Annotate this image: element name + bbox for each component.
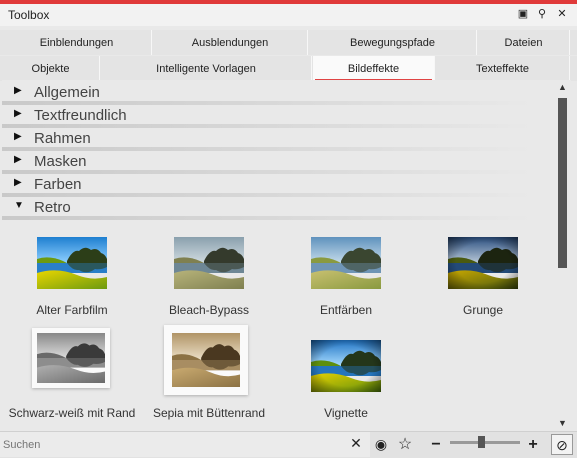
tab-bildeffekte[interactable]: Bildeffekte <box>313 56 435 81</box>
section-divider <box>2 216 532 220</box>
close-icon[interactable]: ✕ <box>555 6 569 22</box>
effect-label: Vignette <box>324 406 368 420</box>
tab-row-1: Einblendungen Ausblendungen Bewegungspfa… <box>0 30 577 55</box>
vertical-scrollbar[interactable]: ▲ ▼ <box>555 80 571 430</box>
tab-ausblendungen[interactable]: Ausblendungen <box>153 30 308 55</box>
tab-intelligente-vorlagen[interactable]: Intelligente Vorlagen <box>101 56 312 81</box>
section-allgemein[interactable]: ▶ Allgemein <box>2 82 555 105</box>
effect-preview-image <box>174 237 244 289</box>
tab-objekte[interactable]: Objekte <box>2 56 100 81</box>
window-title: Toolbox <box>8 8 50 22</box>
bottom-toolbar: ✕ ◉ ☆ − + ⊘ <box>0 431 577 458</box>
section-farben[interactable]: ▶ Farben <box>2 174 555 197</box>
section-retro[interactable]: ▼ Retro <box>2 197 555 220</box>
section-masken[interactable]: ▶ Masken <box>2 151 555 174</box>
section-rahmen[interactable]: ▶ Rahmen <box>2 128 555 151</box>
section-label: Masken <box>34 153 87 170</box>
effect-label: Bleach-Bypass <box>168 303 250 317</box>
zoom-in-icon[interactable]: + <box>522 434 544 455</box>
scroll-up-icon[interactable]: ▲ <box>558 82 567 92</box>
expand-arrow-icon: ▶ <box>14 154 22 165</box>
eye-icon[interactable]: ◉ <box>370 434 392 455</box>
effect-preview-image <box>164 325 248 395</box>
section-textfreundlich[interactable]: ▶ Textfreundlich <box>2 105 555 128</box>
collapse-arrow-icon: ▼ <box>14 200 24 211</box>
zoom-slider[interactable] <box>450 436 520 448</box>
expand-arrow-icon: ▶ <box>14 131 22 142</box>
expand-arrow-icon: ▶ <box>14 177 22 188</box>
effect-item-grunge[interactable]: Grunge <box>413 225 553 325</box>
effect-label: Alter Farbfilm <box>36 303 108 317</box>
effect-preview-image <box>311 340 381 392</box>
effect-item-vignette[interactable]: Vignette <box>276 328 416 428</box>
restore-icon[interactable]: ▣ <box>516 6 530 22</box>
section-label: Retro <box>34 199 71 216</box>
effect-label: Schwarz-weiß mit Rand <box>8 406 136 420</box>
effect-preview-image <box>37 237 107 289</box>
effect-item-entfärben[interactable]: Entfärben <box>276 225 416 325</box>
effect-item-schwarz-weiß-mit-rand[interactable]: Schwarz-weiß mit Rand <box>2 328 142 428</box>
effect-item-bleach-bypass[interactable]: Bleach-Bypass <box>139 225 279 325</box>
search-box: ✕ <box>0 432 370 457</box>
zoom-fit-icon[interactable]: ⊘ <box>551 434 573 455</box>
zoom-out-icon[interactable]: − <box>425 434 447 455</box>
tab-row-2: Objekte Intelligente Vorlagen Bildeffekt… <box>0 56 577 81</box>
effect-preview-image <box>448 237 518 289</box>
expand-arrow-icon: ▶ <box>14 85 22 96</box>
effect-label: Grunge <box>462 303 504 317</box>
tab-texteffekte[interactable]: Texteffekte <box>436 56 570 81</box>
section-label: Farben <box>34 176 82 193</box>
effect-item-alter-farbfilm[interactable]: Alter Farbfilm <box>2 225 142 325</box>
tab-dateien[interactable]: Dateien <box>478 30 570 55</box>
expand-arrow-icon: ▶ <box>14 108 22 119</box>
star-icon[interactable]: ☆ <box>394 434 416 455</box>
clear-search-icon[interactable]: ✕ <box>345 433 367 454</box>
toolbox-window: Toolbox ▣ ⚲ ✕ Einblendungen Ausblendunge… <box>0 0 577 458</box>
search-input[interactable] <box>3 436 343 454</box>
section-label: Allgemein <box>34 84 100 101</box>
pin-icon[interactable]: ⚲ <box>535 6 549 22</box>
scroll-down-icon[interactable]: ▼ <box>558 418 567 428</box>
effect-item-sepia-mit-büttenrand[interactable]: Sepia mit Büttenrand <box>139 325 279 428</box>
effect-preview-image <box>311 237 381 289</box>
zoom-slider-handle[interactable] <box>478 436 485 448</box>
tab-bewegungspfade[interactable]: Bewegungspfade <box>309 30 477 55</box>
effect-label: Entfärben <box>319 303 373 317</box>
effect-label: Sepia mit Büttenrand <box>152 406 266 420</box>
effects-panel: ▶ Allgemein ▶ Textfreundlich ▶ Rahmen ▶ … <box>2 80 555 430</box>
section-label: Rahmen <box>34 130 91 147</box>
scrollbar-thumb[interactable] <box>558 98 567 268</box>
title-bar: Toolbox ▣ ⚲ ✕ <box>0 4 577 26</box>
effect-preview-image <box>32 328 110 388</box>
section-label: Textfreundlich <box>34 107 127 124</box>
tab-einblendungen[interactable]: Einblendungen <box>2 30 152 55</box>
